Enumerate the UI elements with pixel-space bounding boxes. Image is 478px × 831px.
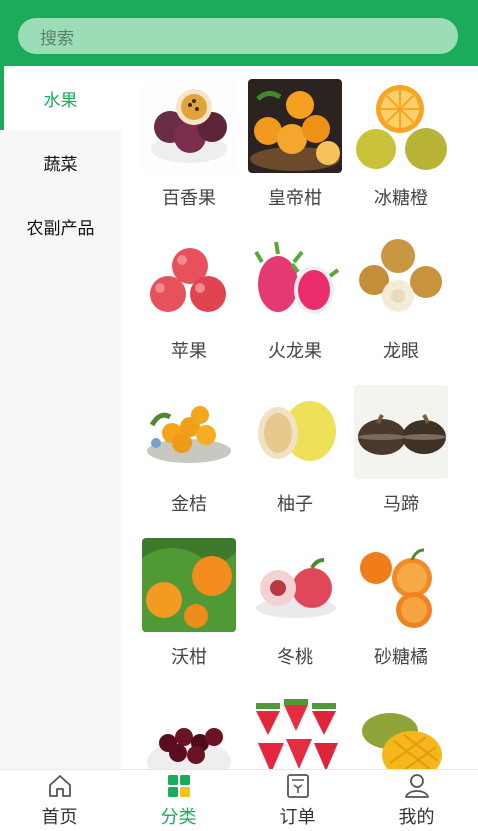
order-icon [286, 774, 309, 798]
product-image-apple [142, 232, 236, 326]
product-name: 龙眼 [383, 341, 419, 362]
product-card[interactable]: 皇帝柑 [233, 66, 342, 209]
tab-profile[interactable]: 我的 [357, 770, 476, 831]
product-image-sugar-tangerine [354, 538, 448, 632]
sidebar-item-label: 农副产品 [26, 218, 95, 239]
sidebar-item-label: 水果 [43, 90, 78, 111]
product-card[interactable]: 冬桃 [233, 525, 342, 668]
category-icon [167, 775, 190, 797]
product-card[interactable]: 马蹄 [339, 372, 448, 515]
tab-label: 订单 [279, 807, 316, 828]
product-card[interactable]: 百香果 [127, 66, 236, 209]
top-header: 搜索 [0, 0, 478, 66]
home-icon [48, 775, 71, 797]
product-image-winter-peach [248, 538, 342, 632]
user-icon [404, 774, 429, 798]
bottom-tab-bar: 首页 分类 订单 我的 [0, 769, 478, 830]
product-card[interactable]: 沃柑 [127, 525, 236, 668]
product-name: 砂糖橘 [374, 647, 428, 668]
tab-home[interactable]: 首页 [0, 770, 119, 831]
product-card[interactable]: 砂糖橘 [339, 525, 448, 668]
product-image-orange [354, 79, 448, 173]
product-image-mango [354, 691, 448, 769]
product-card[interactable]: 柚子 [233, 372, 342, 515]
product-image-water-chestnut [354, 385, 448, 479]
product-card[interactable] [127, 678, 236, 769]
product-card[interactable]: 苹果 [127, 219, 236, 362]
product-image-passion-fruit [142, 79, 236, 173]
tab-label: 我的 [398, 807, 435, 828]
product-name: 冰糖橙 [374, 188, 428, 209]
product-image-dragon-fruit [248, 232, 342, 326]
tab-label: 首页 [41, 807, 78, 828]
sidebar-item-label: 蔬菜 [43, 154, 78, 175]
product-grid: 百香果 皇帝柑 冰糖橙 苹果 火龙果 龙眼 金桔 柚子 马蹄 沃柑 冬桃 砂糖橘 [121, 66, 478, 769]
product-card[interactable] [233, 678, 342, 769]
product-image-emperor-mandarin [248, 79, 342, 173]
search-placeholder: 搜索 [40, 28, 74, 49]
product-card[interactable]: 火龙果 [233, 219, 342, 362]
tab-orders[interactable]: 订单 [238, 770, 357, 831]
sidebar-item-farm-products[interactable]: 农副产品 [0, 194, 121, 258]
tab-label: 分类 [160, 807, 197, 828]
category-sidebar: 水果 蔬菜 农副产品 [0, 66, 121, 769]
sidebar-item-fruit[interactable]: 水果 [0, 66, 121, 130]
product-card[interactable]: 金桔 [127, 372, 236, 515]
product-card[interactable]: 冰糖橙 [339, 66, 448, 209]
product-name: 马蹄 [383, 494, 419, 515]
product-image-orah-mandarin [142, 538, 236, 632]
tab-category[interactable]: 分类 [119, 770, 238, 831]
product-card[interactable]: 龙眼 [339, 219, 448, 362]
product-image-longan [354, 232, 448, 326]
search-input[interactable]: 搜索 [18, 18, 458, 54]
sidebar-item-vegetables[interactable]: 蔬菜 [0, 130, 121, 194]
product-image-strawberry [248, 691, 342, 769]
product-image-cherry [142, 691, 236, 769]
product-image-pomelo [248, 385, 342, 479]
product-card[interactable] [339, 678, 448, 769]
product-image-kumquat [142, 385, 236, 479]
